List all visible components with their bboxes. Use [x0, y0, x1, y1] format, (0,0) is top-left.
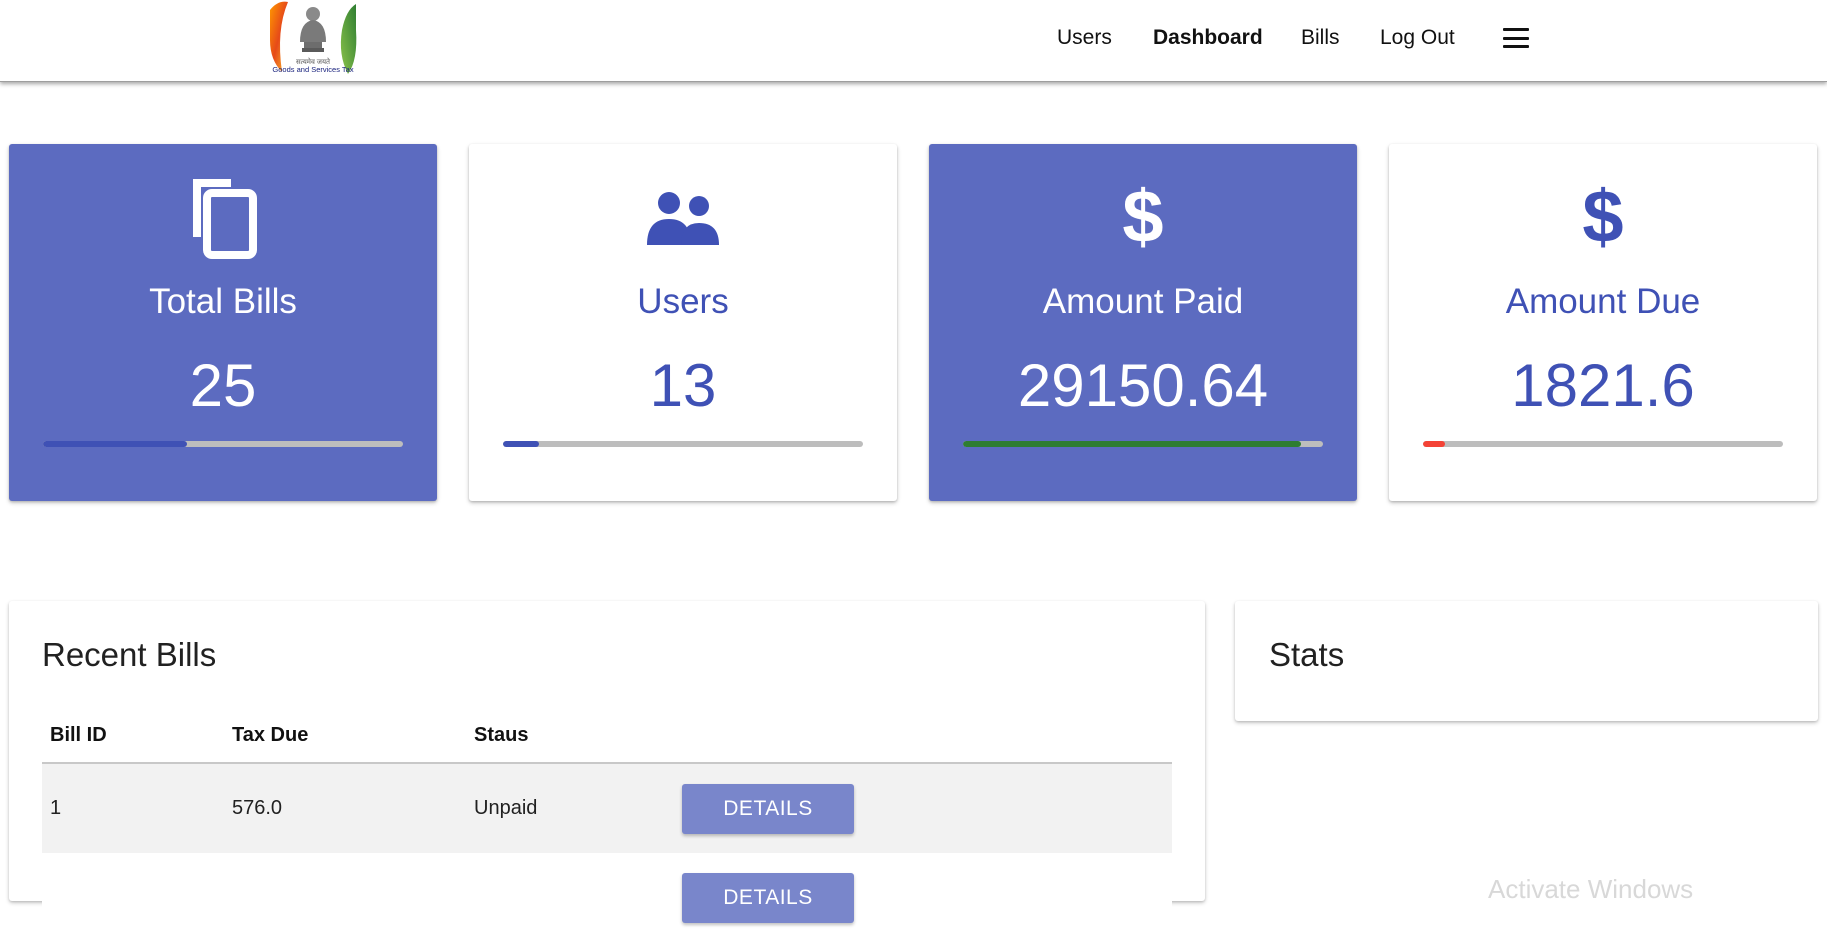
card-value: 29150.64: [1017, 352, 1269, 419]
card-label: Total Bills: [149, 282, 297, 321]
nav-logout-link[interactable]: Log Out: [1380, 26, 1455, 50]
card-label: Amount Due: [1505, 282, 1701, 321]
top-navbar: सत्यमेव जयते Goods and Services Tax User…: [0, 0, 1827, 82]
details-button[interactable]: DETAILS: [682, 783, 854, 834]
tax-due-cell: 576.0: [232, 797, 283, 819]
dollar-icon: $: [1389, 174, 1817, 264]
activate-windows-watermark: Activate Windows: [1488, 874, 1694, 904]
users-card: Users 13: [469, 144, 897, 501]
people-icon: [469, 174, 897, 264]
stats-title: Stats: [1269, 636, 1345, 673]
gst-logo[interactable]: सत्यमेव जयते Goods and Services Tax: [268, 0, 358, 80]
card-value: 13: [649, 352, 717, 419]
card-progress-fill: [1423, 441, 1445, 447]
card-value: 25: [189, 352, 257, 419]
bill-id-cell: 1: [50, 797, 62, 819]
svg-text:$: $: [1582, 184, 1623, 254]
bill-id-cell: [42, 853, 232, 943]
table-row: 1 576.0 Unpaid DETAILS: [42, 763, 1172, 853]
card-progress-bar: [963, 441, 1323, 447]
table-row: DETAILS: [42, 853, 1172, 943]
column-header: Bill ID: [50, 724, 107, 746]
column-header: Staus: [474, 724, 529, 746]
column-header: [682, 709, 1172, 763]
recent-bills-table: Bill ID Tax Due Staus 1 576.0 Unpaid DET…: [42, 709, 1172, 943]
card-progress-fill: [503, 441, 539, 447]
nav-dashboard-link[interactable]: Dashboard: [1153, 26, 1263, 50]
card-progress-fill: [963, 441, 1302, 447]
details-button[interactable]: DETAILS: [682, 873, 854, 923]
status-cell: [474, 853, 682, 943]
table-header-row: Bill ID Tax Due Staus: [42, 709, 1172, 763]
svg-text:Goods and Services Tax: Goods and Services Tax: [272, 65, 353, 74]
card-value: 1821.6: [1511, 352, 1695, 419]
tax-due-cell: [232, 853, 474, 943]
amount-due-card: $ Amount Due 1821.6: [1389, 144, 1817, 501]
recent-bills-panel: Recent Bills Bill ID Tax Due Staus 1 576…: [9, 601, 1205, 943]
copy-icon: [9, 174, 437, 264]
nav-users-link[interactable]: Users: [1057, 26, 1112, 50]
total-bills-card: Total Bills 25: [9, 144, 437, 501]
card-progress-bar: [43, 441, 403, 447]
dollar-icon: $: [929, 174, 1357, 264]
card-progress-bar: [1423, 441, 1783, 447]
nav-bills-link[interactable]: Bills: [1301, 26, 1340, 50]
hamburger-menu-icon[interactable]: [1503, 28, 1529, 48]
status-cell: Unpaid: [474, 797, 538, 819]
card-label: Users: [637, 282, 729, 321]
column-header: Tax Due: [232, 724, 309, 746]
stats-panel: Stats: [1235, 601, 1818, 721]
card-progress-fill: [43, 441, 187, 447]
amount-paid-card: $ Amount Paid 29150.64: [929, 144, 1357, 501]
svg-text:$: $: [1122, 184, 1163, 254]
card-progress-bar: [503, 441, 863, 447]
card-label: Amount Paid: [1042, 282, 1244, 321]
recent-bills-title: Recent Bills: [42, 636, 217, 673]
